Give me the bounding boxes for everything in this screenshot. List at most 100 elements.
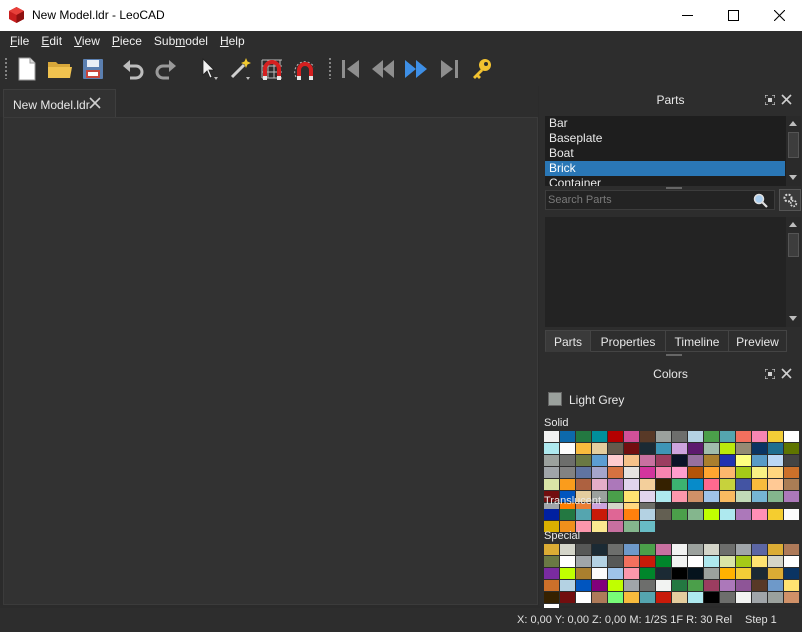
- color-swatch[interactable]: [544, 592, 559, 603]
- color-swatch[interactable]: [640, 455, 655, 466]
- color-swatch[interactable]: [576, 556, 591, 567]
- color-swatch[interactable]: [672, 580, 687, 591]
- save-button[interactable]: [79, 55, 107, 83]
- color-swatch[interactable]: [560, 509, 575, 520]
- color-swatch[interactable]: [768, 455, 783, 466]
- color-swatch[interactable]: [576, 431, 591, 442]
- color-swatch[interactable]: [672, 479, 687, 490]
- color-swatch[interactable]: [752, 443, 767, 454]
- color-swatch[interactable]: [592, 544, 607, 555]
- last-step-button[interactable]: [435, 55, 463, 83]
- color-swatch[interactable]: [608, 580, 623, 591]
- color-swatch[interactable]: [656, 479, 671, 490]
- color-swatch[interactable]: [624, 431, 639, 442]
- color-swatch[interactable]: [560, 580, 575, 591]
- color-swatch[interactable]: [640, 479, 655, 490]
- next-step-button[interactable]: [402, 55, 430, 83]
- color-swatch[interactable]: [576, 455, 591, 466]
- color-swatch[interactable]: [784, 544, 799, 555]
- color-swatch[interactable]: [736, 556, 751, 567]
- color-swatch[interactable]: [560, 568, 575, 579]
- color-swatch[interactable]: [608, 521, 623, 532]
- maximize-button[interactable]: [710, 0, 756, 31]
- color-swatch[interactable]: [624, 568, 639, 579]
- color-swatch[interactable]: [576, 592, 591, 603]
- color-swatch[interactable]: [704, 443, 719, 454]
- color-swatch[interactable]: [704, 467, 719, 478]
- color-swatch[interactable]: [608, 556, 623, 567]
- color-swatch[interactable]: [720, 467, 735, 478]
- color-swatch[interactable]: [608, 592, 623, 603]
- color-swatch[interactable]: [624, 479, 639, 490]
- search-parts-box[interactable]: [545, 190, 775, 210]
- color-swatch[interactable]: [544, 479, 559, 490]
- color-swatch[interactable]: [560, 455, 575, 466]
- tab-preview[interactable]: Preview: [729, 330, 787, 352]
- color-swatch[interactable]: [688, 431, 703, 442]
- color-swatch[interactable]: [672, 467, 687, 478]
- color-swatch[interactable]: [592, 521, 607, 532]
- scroll-thumb[interactable]: [788, 233, 799, 257]
- color-swatch[interactable]: [544, 568, 559, 579]
- color-swatch[interactable]: [752, 592, 767, 603]
- color-swatch[interactable]: [608, 431, 623, 442]
- tab-timeline[interactable]: Timeline: [666, 330, 729, 352]
- color-swatch[interactable]: [752, 491, 767, 502]
- color-swatch[interactable]: [736, 568, 751, 579]
- search-parts-input[interactable]: [548, 192, 738, 208]
- color-swatch[interactable]: [720, 431, 735, 442]
- color-swatch[interactable]: [624, 491, 639, 502]
- color-swatch[interactable]: [720, 509, 735, 520]
- color-swatch[interactable]: [624, 521, 639, 532]
- color-swatch[interactable]: [784, 556, 799, 567]
- color-swatch[interactable]: [624, 455, 639, 466]
- color-swatch[interactable]: [704, 491, 719, 502]
- color-swatch[interactable]: [576, 544, 591, 555]
- color-swatch[interactable]: [592, 592, 607, 603]
- color-swatch[interactable]: [704, 431, 719, 442]
- color-swatch[interactable]: [592, 467, 607, 478]
- color-swatch[interactable]: [560, 556, 575, 567]
- color-swatch[interactable]: [576, 443, 591, 454]
- float-panel-icon[interactable]: [765, 369, 775, 379]
- color-swatch[interactable]: [592, 479, 607, 490]
- color-swatch[interactable]: [720, 556, 735, 567]
- color-swatch[interactable]: [656, 580, 671, 591]
- undo-button[interactable]: [119, 55, 147, 83]
- part-category-item[interactable]: Bar: [545, 116, 785, 131]
- close-tab-icon[interactable]: [89, 97, 101, 109]
- color-swatch[interactable]: [624, 556, 639, 567]
- color-swatch[interactable]: [576, 467, 591, 478]
- color-swatch[interactable]: [768, 479, 783, 490]
- color-swatch[interactable]: [560, 443, 575, 454]
- color-swatch[interactable]: [720, 544, 735, 555]
- color-swatch[interactable]: [768, 467, 783, 478]
- part-category-list[interactable]: Bar Baseplate Boat Brick Container: [545, 116, 801, 186]
- toolbar-grip-2[interactable]: [328, 57, 332, 79]
- color-swatch[interactable]: [656, 491, 671, 502]
- color-swatch[interactable]: [768, 568, 783, 579]
- scroll-up-icon[interactable]: [789, 121, 797, 126]
- color-swatch[interactable]: [656, 592, 671, 603]
- color-swatch[interactable]: [624, 592, 639, 603]
- color-swatch[interactable]: [624, 467, 639, 478]
- color-swatch[interactable]: [736, 467, 751, 478]
- part-category-item[interactable]: Baseplate: [545, 131, 785, 146]
- snap-rotate-button[interactable]: [291, 55, 319, 83]
- close-panel-icon[interactable]: [781, 368, 792, 379]
- color-swatch[interactable]: [672, 544, 687, 555]
- color-swatch[interactable]: [624, 544, 639, 555]
- color-swatch[interactable]: [736, 443, 751, 454]
- select-tool-button[interactable]: [194, 55, 222, 83]
- color-swatch[interactable]: [720, 491, 735, 502]
- color-swatch[interactable]: [704, 568, 719, 579]
- color-swatch[interactable]: [704, 544, 719, 555]
- color-swatch[interactable]: [672, 455, 687, 466]
- color-swatch[interactable]: [672, 556, 687, 567]
- color-swatch[interactable]: [592, 556, 607, 567]
- color-swatch[interactable]: [656, 431, 671, 442]
- color-swatch[interactable]: [592, 443, 607, 454]
- color-swatch[interactable]: [768, 509, 783, 520]
- parts-grid[interactable]: [545, 217, 801, 327]
- color-swatch[interactable]: [736, 509, 751, 520]
